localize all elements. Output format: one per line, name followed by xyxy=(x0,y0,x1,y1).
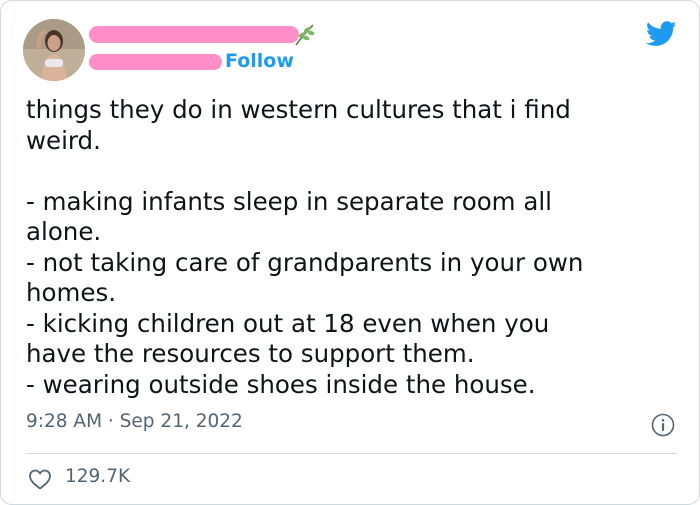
heart-icon[interactable] xyxy=(28,468,52,490)
divider xyxy=(26,453,677,454)
twitter-bird-icon[interactable] xyxy=(646,21,677,47)
avatar[interactable] xyxy=(23,19,85,81)
leaf-emoji-icon xyxy=(295,24,315,46)
tweet-line: homes. xyxy=(26,278,117,307)
tweet-card: Follow things they do in western culture… xyxy=(0,0,700,505)
like-count[interactable]: 129.7K xyxy=(65,466,130,487)
tweet-timestamp[interactable]: 9:28 AM · Sep 21, 2022 xyxy=(26,411,243,432)
tweet-line: weird. xyxy=(26,125,101,155)
handle-redacted xyxy=(89,54,222,70)
tweet-line: - wearing outside shoes inside the house… xyxy=(26,369,536,399)
tweet-line: alone. xyxy=(26,217,102,246)
tweet-line: - kicking children out at 18 even when y… xyxy=(26,308,550,338)
tweet-line: have the resources to support them. xyxy=(26,339,475,368)
display-name-redacted xyxy=(89,26,299,43)
tweet-line: things they do in western cultures that … xyxy=(26,95,571,124)
tweet-line: - not taking care of grandparents in you… xyxy=(26,247,584,277)
info-icon[interactable] xyxy=(651,413,675,437)
tweet-line: - making infants sleep in separate room … xyxy=(26,186,552,216)
tweet-text: things they do in western cultures that … xyxy=(26,95,666,400)
follow-button[interactable]: Follow xyxy=(225,50,294,72)
